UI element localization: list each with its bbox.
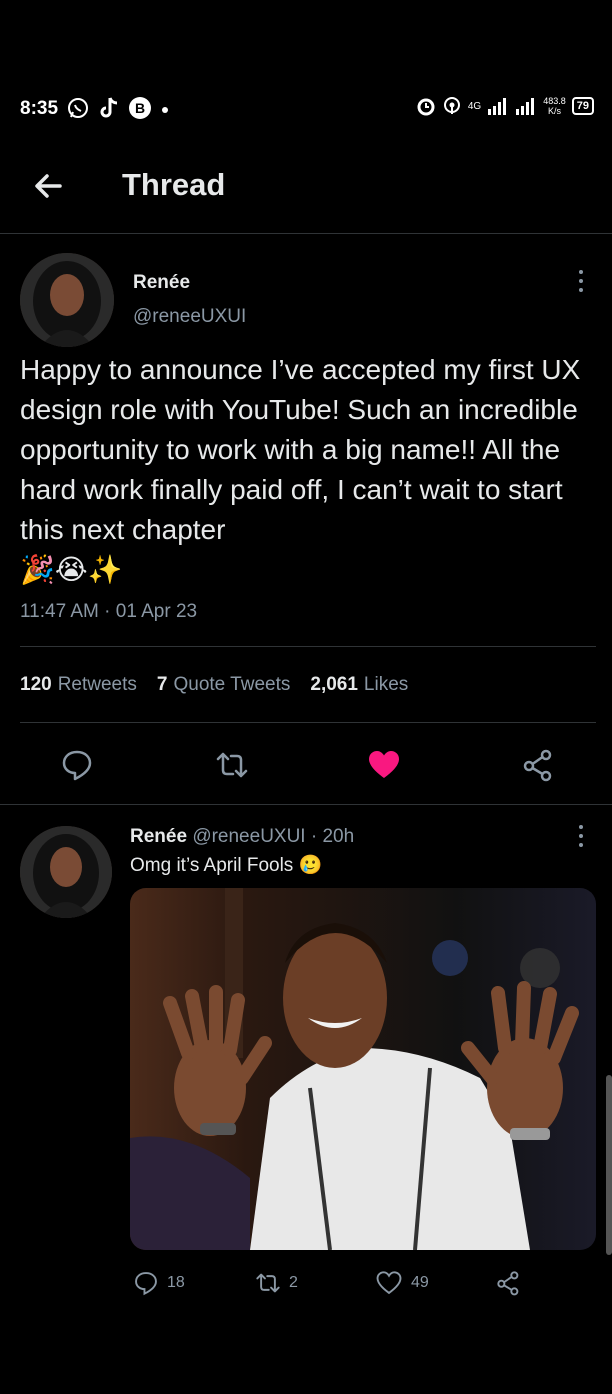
whatsapp-icon [68, 98, 88, 118]
status-left-icons: B [66, 96, 170, 120]
tweet-emojis: 🎉😭✨ [20, 554, 123, 585]
reply-author-handle[interactable]: @reneeUXUI [192, 826, 305, 847]
reply-icon [135, 1272, 157, 1296]
likes-count: 2,061 [310, 674, 358, 695]
tweet-stats: 120 Retweets 7 Quote Tweets 2,061 Likes [20, 674, 408, 696]
dot-icon [162, 107, 168, 113]
network-label: 4G [467, 100, 482, 112]
reply-header: Renée @reneeUXUI · 20h [130, 826, 354, 848]
retweets-label: Retweets [57, 674, 137, 695]
back-arrow-icon[interactable] [30, 168, 66, 204]
hotspot-icon [443, 97, 460, 114]
tweet-body: Happy to announce I’ve accepted my first… [20, 354, 581, 545]
reply-more-options-icon[interactable] [574, 823, 588, 849]
more-dots-icon [579, 270, 583, 292]
retweets-stat[interactable]: 120 Retweets [20, 674, 137, 696]
like-count: 49 [411, 1274, 429, 1291]
reply-replies-action[interactable]: 18 [133, 1270, 185, 1296]
status-right: 4G 483.8 K/s 79 [416, 96, 594, 116]
scrollbar-thumb[interactable] [606, 1075, 612, 1255]
reply-share-action[interactable] [496, 1270, 522, 1296]
quote-tweets-stat[interactable]: 7 Quote Tweets [157, 674, 290, 696]
header-divider [0, 233, 612, 234]
more-options-icon[interactable] [574, 268, 588, 294]
reply-body: Omg it’s April Fools [130, 855, 294, 876]
reply-count: 18 [167, 1274, 185, 1291]
reply-icon[interactable] [60, 748, 94, 782]
avatar[interactable] [20, 253, 114, 347]
signal-icon [488, 98, 507, 115]
reply-emoji: 🥲 [298, 855, 323, 876]
reply-text: Omg it’s April Fools 🥲 [130, 853, 322, 877]
share-icon [497, 1271, 519, 1296]
tiktok-icon [100, 97, 118, 118]
reply-time: · 20h [310, 826, 355, 847]
battery-icon: 79 [571, 97, 594, 115]
page-title: Thread [122, 167, 226, 202]
avatar-photo [20, 253, 114, 347]
retweet-icon [256, 1273, 280, 1293]
reply-avatar[interactable] [20, 826, 112, 918]
thread-divider [0, 804, 612, 805]
alarm-icon [417, 98, 435, 116]
reply-photo[interactable] [130, 888, 596, 1250]
photo-image [130, 888, 596, 1250]
tweet-timestamp[interactable]: 11:47 AM · 01 Apr 23 [20, 601, 197, 623]
author-name[interactable]: Renée [133, 272, 190, 294]
author-handle[interactable]: @reneeUXUI [133, 306, 246, 328]
stats-divider-bottom [20, 722, 596, 723]
svg-text:B: B [135, 100, 145, 116]
quote-tweets-count: 7 [156, 674, 168, 695]
stats-divider-top [20, 646, 596, 647]
likes-stat[interactable]: 2,061 Likes [310, 674, 408, 696]
b-app-icon: B [129, 97, 151, 119]
signal-icon [516, 98, 535, 115]
reply-retweets-action[interactable]: 2 [255, 1270, 298, 1296]
retweet-icon[interactable] [215, 748, 249, 782]
network-speed: 483.8 K/s [543, 96, 566, 116]
like-icon[interactable] [367, 748, 401, 782]
status-time: 8:35 [20, 98, 59, 119]
reply-avatar-photo [20, 826, 112, 918]
retweet-count: 2 [289, 1274, 298, 1291]
retweets-count: 120 [20, 674, 52, 695]
like-icon [376, 1271, 402, 1295]
reply-author-name[interactable]: Renée [130, 826, 187, 847]
quote-tweets-label: Quote Tweets [173, 674, 291, 695]
reply-likes-action[interactable]: 49 [375, 1270, 429, 1296]
share-icon[interactable] [522, 748, 556, 782]
likes-label: Likes [363, 674, 409, 695]
tweet-text: Happy to announce I’ve accepted my first… [20, 350, 600, 590]
reply-more-dots-icon [579, 825, 583, 847]
